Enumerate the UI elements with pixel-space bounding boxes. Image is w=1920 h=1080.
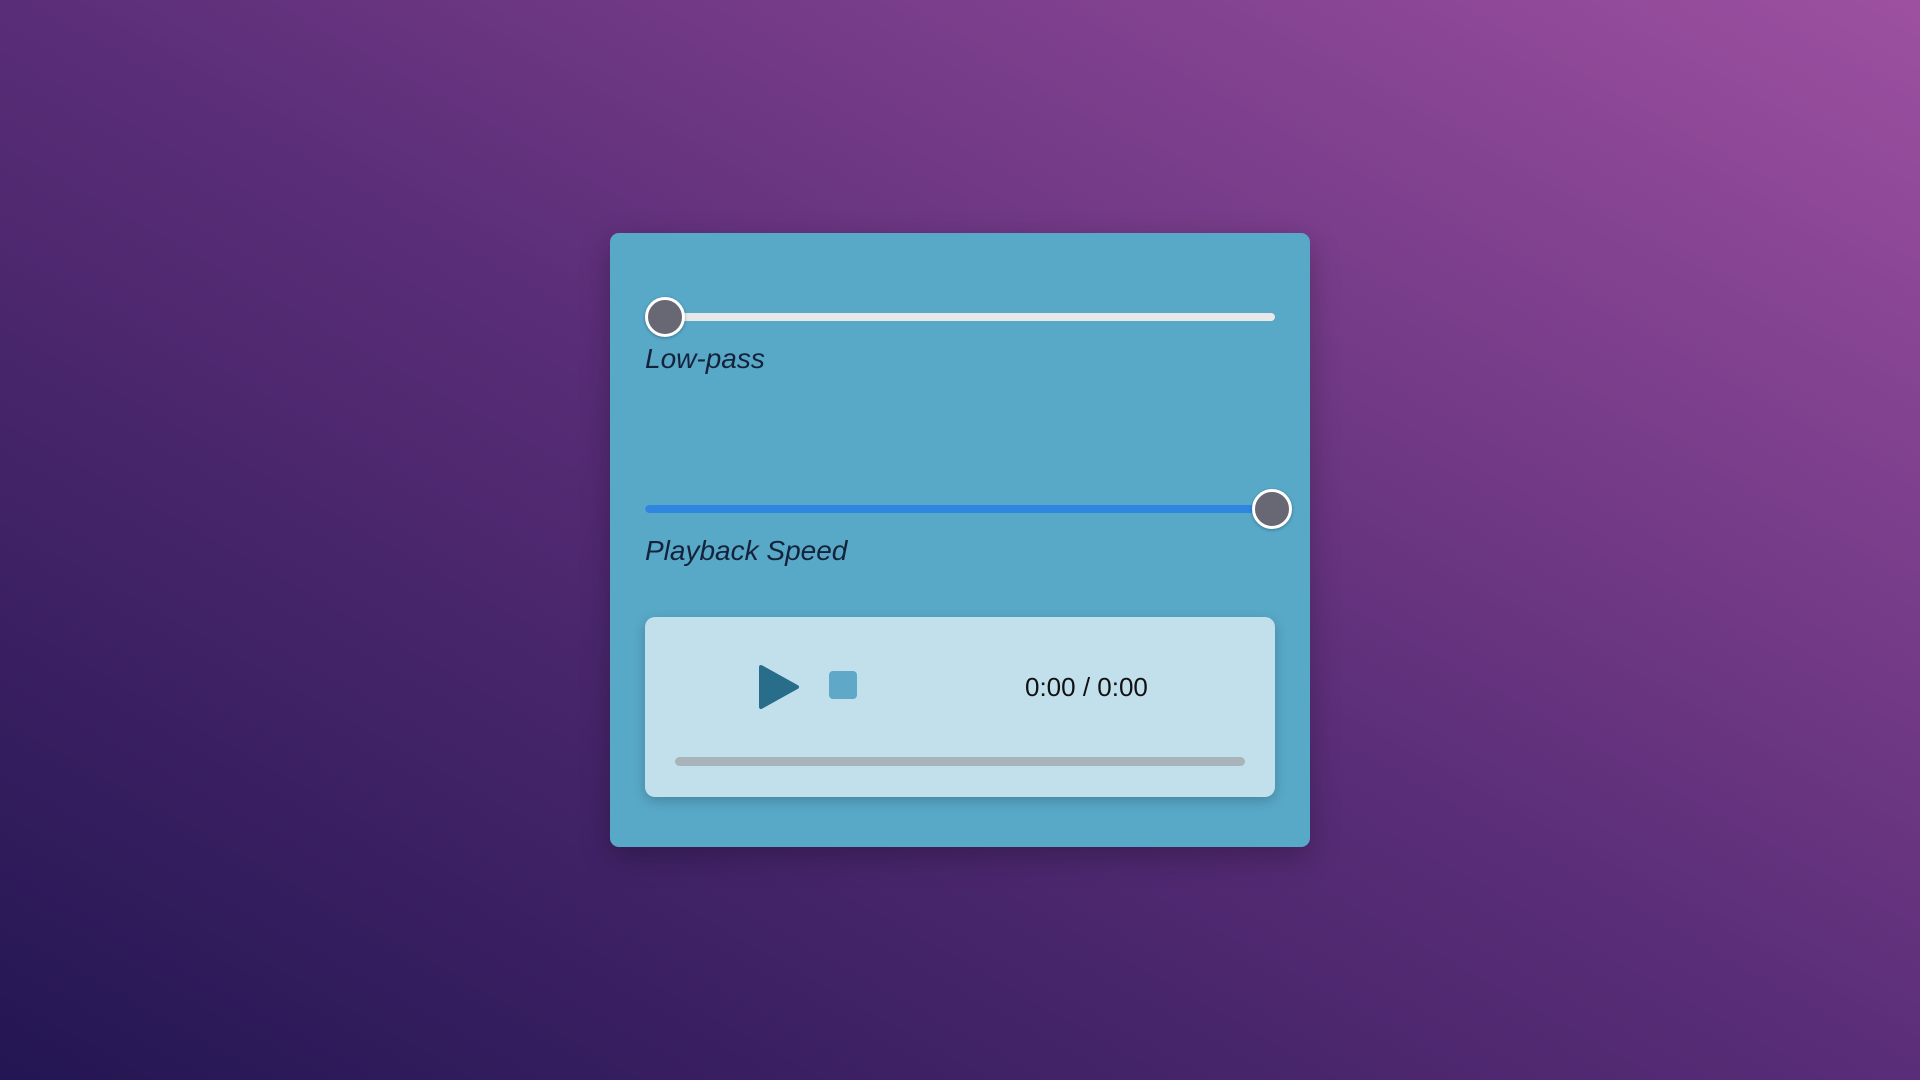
lowpass-slider-track[interactable]: [645, 313, 1275, 321]
time-display: 0:00 / 0:00: [1025, 672, 1148, 702]
audio-player: 0:00 / 0:00: [645, 617, 1275, 797]
progress-bar[interactable]: [675, 757, 1245, 766]
playback-speed-slider-thumb[interactable]: [1252, 489, 1292, 529]
playback-speed-slider-fill: [645, 505, 1275, 513]
playback-speed-label: Playback Speed: [645, 535, 848, 566]
stop-icon: [829, 671, 857, 699]
lowpass-slider-thumb[interactable]: [645, 297, 685, 337]
lowpass-slider[interactable]: [645, 297, 1275, 337]
playback-speed-slider[interactable]: [645, 489, 1292, 529]
play-icon: [759, 665, 799, 709]
audio-control-panel: Low-pass Playback Speed 0:00 / 0:00: [610, 233, 1310, 847]
lowpass-label: Low-pass: [645, 343, 765, 374]
play-button[interactable]: [757, 663, 801, 711]
stop-button[interactable]: [829, 671, 857, 699]
